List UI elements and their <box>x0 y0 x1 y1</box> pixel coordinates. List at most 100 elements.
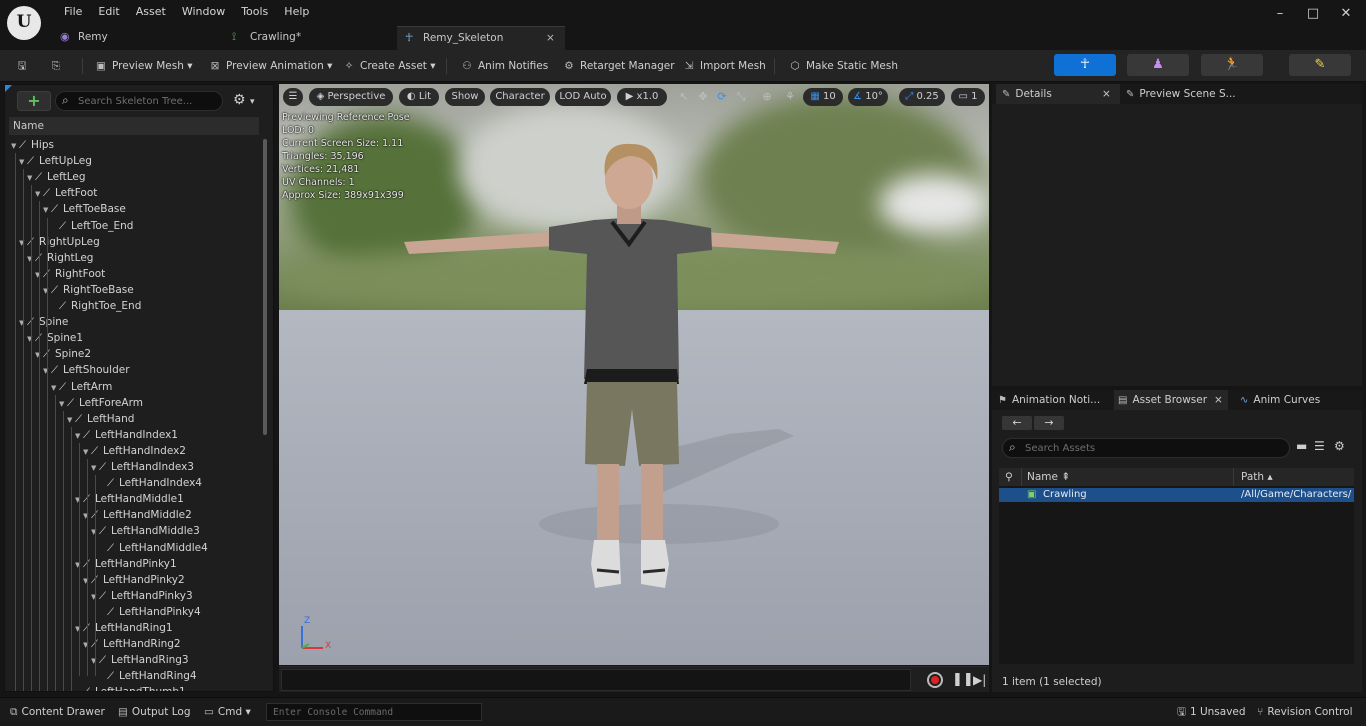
filter-icon[interactable]: ☰ <box>1314 439 1325 453</box>
preview-animation-button[interactable]: ⊠ Preview Animation ▾ <box>207 56 333 76</box>
mode-physics-button[interactable]: ✎ <box>1289 54 1351 76</box>
revision-control-button[interactable]: ⑂ Revision Control <box>1257 705 1353 719</box>
skeleton-tree-row[interactable]: ⟋LeftHandThumb1 <box>75 684 186 691</box>
skeleton-tree-row[interactable]: ▼⟋Spine2 <box>35 346 91 362</box>
save-button[interactable]: 🖫 <box>14 56 33 76</box>
import-mesh-button[interactable]: ⇲ Import Mesh <box>681 56 766 76</box>
surface-snap-icon[interactable]: ⚘ <box>781 88 799 106</box>
anim-notifies-button[interactable]: ⚇ Anim Notifies <box>459 56 548 76</box>
select-mode-icon[interactable]: ↖ <box>675 88 693 106</box>
menu-file[interactable]: File <box>56 4 90 20</box>
skeleton-tree-row[interactable]: ▼ ⟋ LeftUpLeg <box>19 153 92 169</box>
close-window-button[interactable]: ✕ <box>1338 6 1354 22</box>
back-button[interactable]: ← <box>1002 416 1032 430</box>
expand-arrow-icon[interactable]: ▼ <box>27 170 35 186</box>
mode-animation-button[interactable]: 🏃 <box>1201 54 1263 76</box>
translate-icon[interactable]: ✥ <box>694 88 712 106</box>
skeleton-tree-row[interactable]: ▼⟋LeftHandMiddle2 <box>83 507 192 523</box>
skeleton-tree-row[interactable]: ⟋ LeftHandPinky4 <box>99 604 201 620</box>
make-static-mesh-button[interactable]: ⬡ Make Static Mesh <box>787 56 898 76</box>
skeleton-tree-row[interactable]: ▼ ⟋ LeftShoulder <box>43 362 130 378</box>
tab-anim-curves[interactable]: ∿ Anim Curves <box>1240 390 1350 410</box>
skeleton-tree-row[interactable]: ▼⟋LeftHandPinky1 <box>75 556 177 572</box>
skeleton-tree-row[interactable]: ▼⟋LeftHandMiddle1 <box>75 491 184 507</box>
expand-arrow-icon[interactable]: ▼ <box>83 444 91 460</box>
rotation-snap-button[interactable]: ∡ 10° <box>848 88 888 106</box>
menu-edit[interactable]: Edit <box>90 4 127 20</box>
skeleton-tree-row[interactable]: ▼ ⟋ LeftHandIndex2 <box>83 443 186 459</box>
expand-arrow-icon[interactable]: ▼ <box>59 396 67 412</box>
skeleton-tree-row[interactable]: ⟋ LeftHandMiddle4 <box>99 540 208 556</box>
cmd-dropdown[interactable]: ▭ Cmd ▾ <box>204 705 251 719</box>
skeleton-tree-row[interactable]: ▼⟋RightLeg <box>27 250 93 266</box>
grid-snap-button[interactable]: ▦ 10 <box>803 88 843 106</box>
create-asset-button[interactable]: ✧ Create Asset ▾ <box>341 56 436 76</box>
tab-animation-notifies[interactable]: ⚑ Animation Noti... <box>998 390 1110 410</box>
content-drawer-button[interactable]: ⧉ Content Drawer <box>10 705 105 719</box>
tab-asset-browser[interactable]: ▤ Asset Browser × <box>1114 390 1228 410</box>
forward-button[interactable]: → <box>1034 416 1064 430</box>
skeleton-tree-row[interactable]: ▼ ⟋ LeftToeBase <box>43 201 126 217</box>
tab-crawling[interactable]: ⟟ Crawling* <box>224 26 394 50</box>
maximize-button[interactable]: □ <box>1305 6 1321 22</box>
close-tab-icon[interactable]: × <box>1214 390 1223 410</box>
menu-window[interactable]: Window <box>174 4 233 20</box>
preview-mesh-button[interactable]: ▣ Preview Mesh ▾ <box>93 56 192 76</box>
skeleton-tree-row[interactable]: ▼ ⟋ RightToeBase <box>43 282 134 298</box>
skeleton-tree-row[interactable]: ▼⟋LeftHandRing1 <box>75 620 173 636</box>
tab-preview-scene[interactable]: ✎ Preview Scene S... <box>1124 84 1244 104</box>
expand-arrow-icon[interactable]: ▼ <box>35 186 43 202</box>
camera-speed-button[interactable]: ▭ 1 <box>951 88 985 106</box>
play-button[interactable]: ▶| <box>973 672 986 688</box>
skeleton-tree-row[interactable]: ▼⟋Spine1 <box>27 330 83 346</box>
column-header-path[interactable]: Path ▴ <box>1241 468 1273 486</box>
expand-arrow-icon[interactable]: ▼ <box>51 380 59 396</box>
viewport-menu-button[interactable]: ☰ <box>283 88 303 106</box>
skeleton-tree-row[interactable]: ▼ ⟋ LeftFoot <box>35 185 97 201</box>
unsaved-button[interactable]: 🖫 1 Unsaved <box>1177 705 1246 719</box>
skeleton-tree-row[interactable]: ▼⟋Spine <box>19 314 68 330</box>
add-bone-button[interactable]: + <box>17 91 51 111</box>
skeleton-tree-row[interactable]: ▼⟋RightFoot <box>35 266 105 282</box>
expand-arrow-icon[interactable]: ▼ <box>75 428 83 444</box>
skeleton-tree-row[interactable]: ▼ ⟋ LeftHandMiddle3 <box>91 523 200 539</box>
lit-button[interactable]: ◐ Lit <box>399 88 439 106</box>
asset-type-icon[interactable]: ⚲ <box>1005 468 1013 486</box>
show-button[interactable]: Show <box>445 88 485 106</box>
browse-button[interactable]: ⎘ <box>48 56 67 76</box>
asset-row[interactable]: ▣ Crawling /All/Game/Characters/ <box>999 488 1354 502</box>
console-command-input[interactable] <box>267 704 481 720</box>
menu-asset[interactable]: Asset <box>128 4 174 20</box>
minimize-button[interactable]: – <box>1272 6 1288 22</box>
menu-tools[interactable]: Tools <box>233 4 276 20</box>
skeleton-tree-row[interactable]: ▼ ⟋ LeftHandPinky3 <box>91 588 193 604</box>
skeleton-tree-row[interactable]: ▼⟋LeftHandRing2 <box>83 636 181 652</box>
skeleton-search-input[interactable] <box>78 94 218 109</box>
skeleton-settings-button[interactable]: ⚙ ▾ <box>233 91 263 111</box>
mode-skeleton-button[interactable]: ☥ <box>1054 54 1116 76</box>
close-tab-icon[interactable]: × <box>546 27 555 49</box>
character-button[interactable]: Character <box>490 88 550 106</box>
expand-arrow-icon[interactable]: ▼ <box>11 138 19 154</box>
skeleton-tree-row[interactable]: ▼ ⟋ LeftHandIndex1 <box>75 427 178 443</box>
skeleton-tree-row[interactable]: ▼ ⟋ LeftForeArm <box>59 395 143 411</box>
rotate-icon[interactable]: ⟳ <box>713 88 731 106</box>
skeleton-tree-row[interactable]: ▼ ⟋ LeftHandIndex3 <box>91 459 194 475</box>
skeleton-tree-row[interactable]: ▼ ⟋ Hips <box>11 137 54 153</box>
skeleton-tree-row[interactable]: ▼⟋LeftHandPinky2 <box>83 572 185 588</box>
record-button[interactable] <box>927 672 943 688</box>
menu-help[interactable]: Help <box>276 4 317 20</box>
lod-button[interactable]: LOD Auto <box>555 88 611 106</box>
skeleton-tree-row[interactable]: ▼ ⟋ LeftHandRing3 <box>91 652 189 668</box>
playback-speed-button[interactable]: ▶ x1.0 <box>617 88 667 106</box>
world-local-icon[interactable]: ⊕ <box>758 88 776 106</box>
perspective-button[interactable]: ◈ Perspective <box>309 88 393 106</box>
skeleton-tree-row[interactable]: ▼ ⟋ LeftArm <box>51 379 112 395</box>
expand-arrow-icon[interactable]: ▼ <box>91 460 99 476</box>
skeleton-tree-row[interactable]: ▼ ⟋ LeftHand <box>67 411 134 427</box>
skeleton-tree-row[interactable]: ⟋ RightToe_End <box>51 298 141 314</box>
skeleton-tree-row[interactable]: ⟋ LeftToe_End <box>51 218 133 234</box>
scale-snap-button[interactable]: ⤢ 0.25 <box>899 88 945 106</box>
tab-remy[interactable]: ◉ Remy <box>52 26 222 50</box>
close-tab-icon[interactable]: × <box>1102 84 1111 104</box>
